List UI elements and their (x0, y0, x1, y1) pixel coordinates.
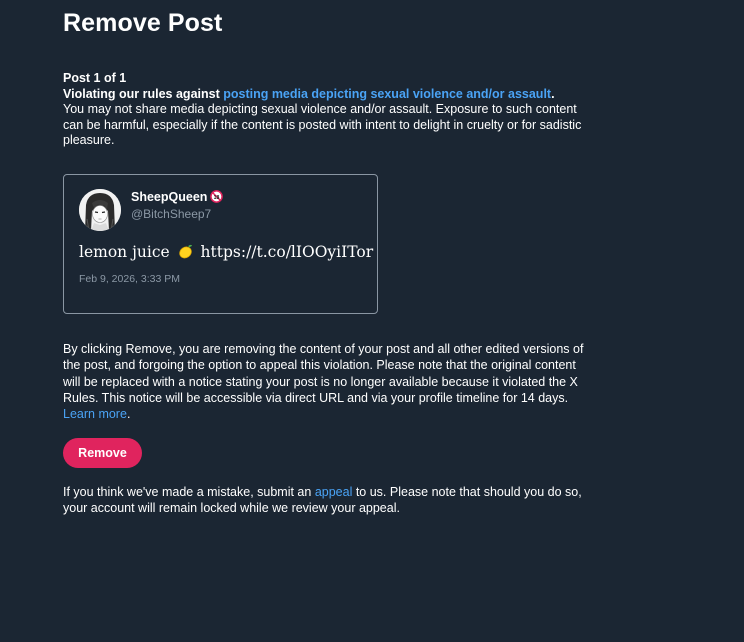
post-text: lemon juice https://t.co/lIOOyiITor (79, 243, 373, 264)
learn-more-link[interactable]: Learn more (63, 407, 127, 421)
anime-girl-avatar-icon (79, 189, 121, 231)
rule-prefix: Violating our rules against (63, 86, 224, 101)
consent-body: By clicking Remove, you are removing the… (63, 342, 584, 405)
rule-link[interactable]: posting media depicting sexual violence … (223, 87, 551, 101)
post-text-body: lemon juice (79, 243, 170, 261)
rule-suffix: . (551, 86, 555, 101)
removal-consent-text: By clicking Remove, you are removing the… (63, 341, 593, 422)
post-counter: Post 1 of 1 (63, 71, 127, 85)
post-link[interactable]: https://t.co/lIOOyiITor (201, 243, 374, 261)
author-name: SheepQueen (131, 190, 208, 204)
author-handle: @BitchSheep7 (131, 207, 212, 221)
post-preview-card: SheepQueen 18 @BitchSheep7 lemon juice ht… (63, 174, 378, 314)
lemon-emoji-icon (177, 243, 194, 264)
violation-rule-line: Violating our rules against posting medi… (63, 87, 593, 103)
appeal-note: If you think we've made a mistake, submi… (63, 484, 593, 516)
consent-suffix: . (126, 407, 131, 422)
violation-notice: Post 1 of 1 Violating our rules against … (63, 71, 593, 149)
post-author: SheepQueen 18 (131, 190, 224, 206)
page-title: Remove Post (63, 9, 223, 37)
violation-description: You may not share media depicting sexual… (63, 102, 582, 147)
post-timestamp: Feb 9, 2026, 3:33 PM (79, 273, 180, 285)
svg-text:18: 18 (214, 195, 220, 201)
appeal-prefix: If you think we've made a mistake, submi… (63, 485, 315, 499)
avatar (79, 189, 121, 231)
remove-button[interactable]: Remove (63, 438, 142, 468)
no-entry-badge-icon: 18 (210, 190, 224, 206)
appeal-link[interactable]: appeal (315, 485, 353, 499)
remove-post-page: Remove Post Post 1 of 1 Violating our ru… (0, 0, 744, 642)
